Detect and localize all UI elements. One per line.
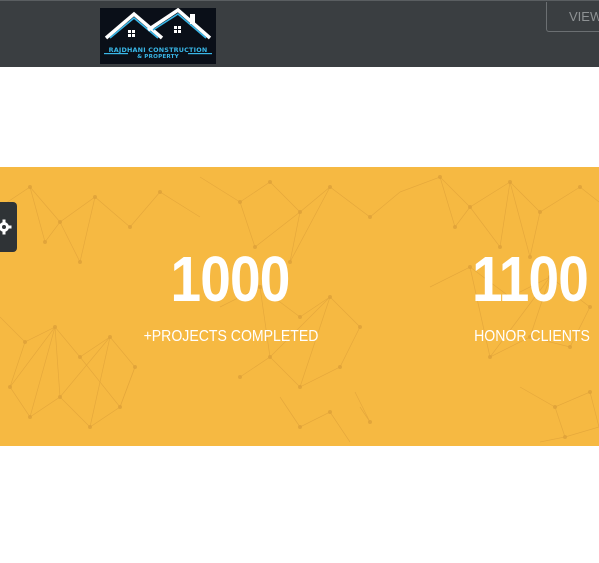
logo-title: RAJDHANI CONSTRUCTION (108, 46, 208, 54)
gear-icon (0, 219, 12, 235)
view-button[interactable]: VIEW (546, 2, 599, 32)
top-navbar: RAJDHANI CONSTRUCTION & PROPERTY VIEW (0, 0, 599, 67)
stat-label-projects: +PROJECTS COMPLETED (143, 328, 319, 345)
stat-value-clients: 1100 (472, 243, 589, 315)
logo-subtitle: & PROPERTY (137, 54, 179, 60)
stat-label-clients: HONOR CLIENTS (474, 328, 590, 345)
settings-tab[interactable] (0, 202, 17, 252)
stat-value-projects: 1000 (170, 243, 290, 315)
site-logo[interactable]: RAJDHANI CONSTRUCTION & PROPERTY (100, 8, 216, 64)
